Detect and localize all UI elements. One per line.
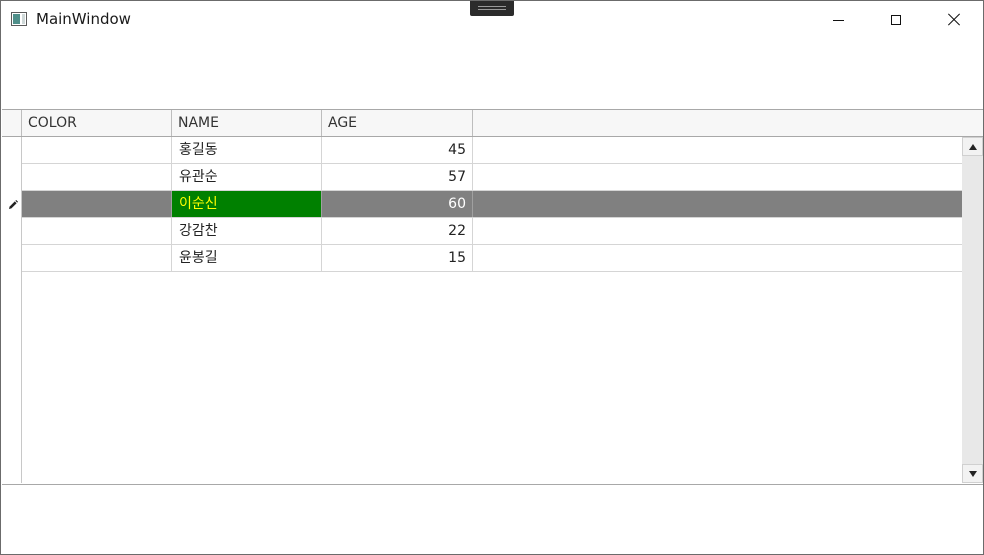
cell-name[interactable]: 홍길동: [172, 137, 322, 163]
cell-age[interactable]: 57: [322, 164, 473, 190]
column-header-age[interactable]: AGE: [322, 110, 473, 136]
table-row[interactable]: 윤봉길 15: [22, 245, 962, 272]
cell-color[interactable]: [22, 191, 172, 217]
pencil-icon: [9, 200, 18, 209]
cell-name[interactable]: 강감찬: [172, 218, 322, 244]
window-app-icon: [11, 12, 27, 26]
minimize-icon: [832, 19, 844, 21]
scroll-down-arrow-icon: [968, 470, 977, 477]
select-all-header[interactable]: [2, 110, 22, 136]
scroll-up-arrow-icon: [968, 143, 977, 150]
maximize-icon: [891, 15, 901, 25]
data-grid[interactable]: COLOR NAME AGE 홍길동 45 유관순 57 이순신 60 강감찬 …: [2, 109, 983, 485]
grid-header-row: COLOR NAME AGE: [2, 110, 983, 137]
cell-age[interactable]: 15: [322, 245, 473, 271]
table-row[interactable]: 유관순 57: [22, 164, 962, 191]
row-header-column: [2, 137, 22, 483]
close-icon: [947, 13, 961, 27]
close-button[interactable]: [925, 1, 983, 39]
cell-name[interactable]: 유관순: [172, 164, 322, 190]
cell-color[interactable]: [22, 137, 172, 163]
window-title: MainWindow: [36, 10, 131, 28]
table-row[interactable]: 강감찬 22: [22, 218, 962, 245]
snap-layout-handle[interactable]: [470, 1, 514, 16]
cell-name[interactable]: 윤봉길: [172, 245, 322, 271]
cell-age[interactable]: 60: [322, 191, 473, 217]
column-header-name[interactable]: NAME: [172, 110, 322, 136]
cell-age[interactable]: 22: [322, 218, 473, 244]
table-row[interactable]: 홍길동 45: [22, 137, 962, 164]
cell-age[interactable]: 45: [322, 137, 473, 163]
maximize-button[interactable]: [867, 1, 925, 39]
title-bar[interactable]: MainWindow: [1, 1, 983, 39]
cell-color[interactable]: [22, 218, 172, 244]
table-row-selected[interactable]: 이순신 60: [22, 191, 962, 218]
cell-color[interactable]: [22, 245, 172, 271]
column-header-color[interactable]: COLOR: [22, 110, 172, 136]
cell-name[interactable]: 이순신: [172, 191, 322, 217]
scroll-down-button[interactable]: [962, 464, 983, 483]
main-window: MainWindow COLOR NAME AGE 홍길동 45 유관순 57 …: [0, 0, 984, 555]
scroll-up-button[interactable]: [962, 137, 983, 156]
cell-color[interactable]: [22, 164, 172, 190]
minimize-button[interactable]: [809, 1, 867, 39]
vertical-scrollbar[interactable]: [962, 137, 983, 483]
